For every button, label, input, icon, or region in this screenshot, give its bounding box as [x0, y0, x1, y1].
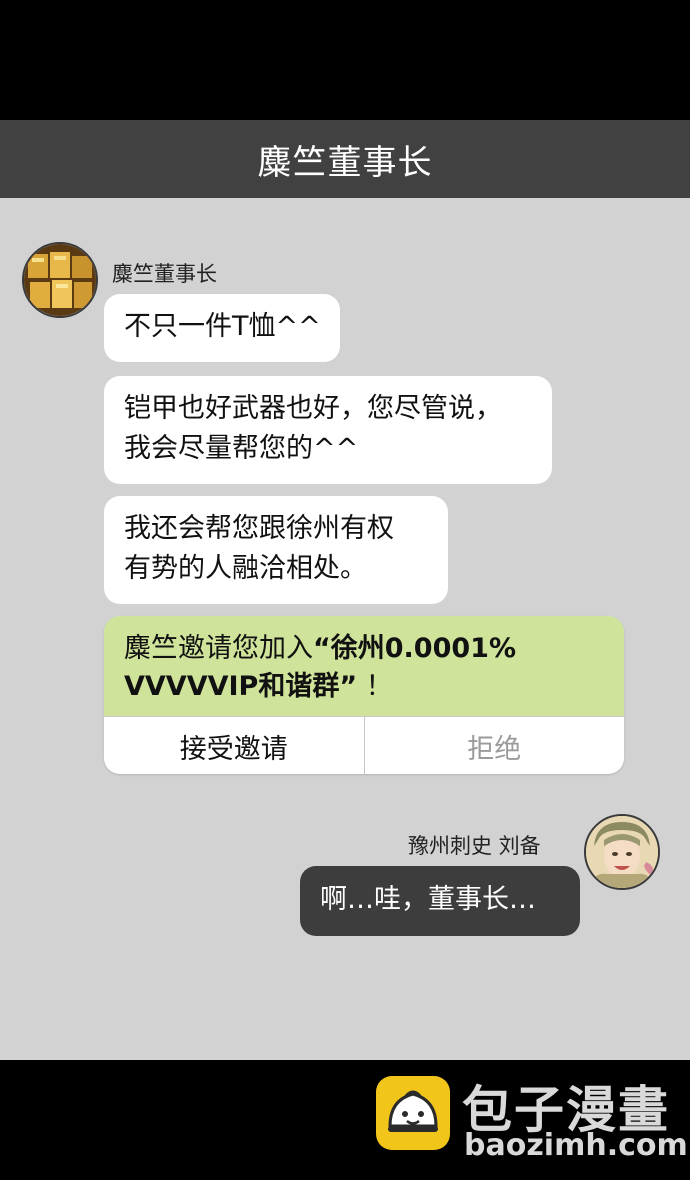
accept-invite-button[interactable]: 接受邀请: [104, 717, 365, 774]
invite-close-quote: ”: [339, 671, 358, 702]
message-bubble[interactable]: 铠甲也好武器也好，您尽管说， 我会尽量帮您的^^: [104, 376, 552, 484]
sender-name: 麋竺董事长: [112, 262, 217, 286]
invite-message: 麋竺邀请您加入“徐州0.0001% VVVVVIP和谐群” ！: [104, 616, 624, 716]
message-bubble[interactable]: 我还会帮您跟徐州有权 有势的人融洽相处。: [104, 496, 448, 604]
invite-text-prefix: 麋竺邀请您加入: [124, 633, 313, 664]
reject-invite-button[interactable]: 拒绝: [365, 717, 625, 774]
invite-group-name-line2: VVVVVIP和谐群: [124, 671, 340, 702]
site-url: baozimh.com: [464, 1128, 688, 1163]
outgoing-message-text: 啊…哇，董事长…: [320, 884, 536, 915]
watermark-footer: 包子漫畫 baozimh.com: [0, 1060, 690, 1180]
gold-bars-icon: [24, 244, 96, 316]
invite-open-quote: “: [313, 633, 331, 664]
chat-header: 麋竺董事长: [0, 120, 690, 198]
sender-avatar[interactable]: [22, 242, 98, 318]
message-text: 铠甲也好武器也好，您尽管说，: [124, 393, 502, 424]
message-text: 有势的人融洽相处。: [124, 553, 367, 584]
message-text: 我还会帮您跟徐州有权: [124, 513, 394, 544]
group-invite-card: 麋竺邀请您加入“徐州0.0001% VVVVVIP和谐群” ！ 接受邀请 拒绝: [104, 616, 624, 774]
bun-logo-icon: [376, 1076, 450, 1150]
outgoing-message-bubble[interactable]: 啊…哇，董事长…: [300, 866, 580, 936]
invite-group-name-line1: 徐州0.0001%: [330, 633, 516, 664]
invite-text-suffix: ！: [365, 671, 393, 702]
user-avatar[interactable]: [584, 814, 660, 890]
bun-icon: [388, 1090, 438, 1132]
character-portrait-icon: [586, 816, 658, 888]
message-bubble[interactable]: 不只一件T恤^^: [104, 294, 340, 362]
chat-title: 麋竺董事长: [257, 142, 433, 183]
user-name: 豫州刺史 刘备: [408, 834, 541, 858]
chat-area[interactable]: 麋竺董事长 不只一件T恤^^ 铠甲也好武器也好，您尽管说， 我会尽量帮您的^^ …: [0, 198, 690, 1060]
message-text: 不只一件T恤^^: [124, 311, 321, 342]
invite-actions: 接受邀请 拒绝: [104, 716, 624, 774]
message-text: 我会尽量帮您的^^: [124, 433, 359, 464]
